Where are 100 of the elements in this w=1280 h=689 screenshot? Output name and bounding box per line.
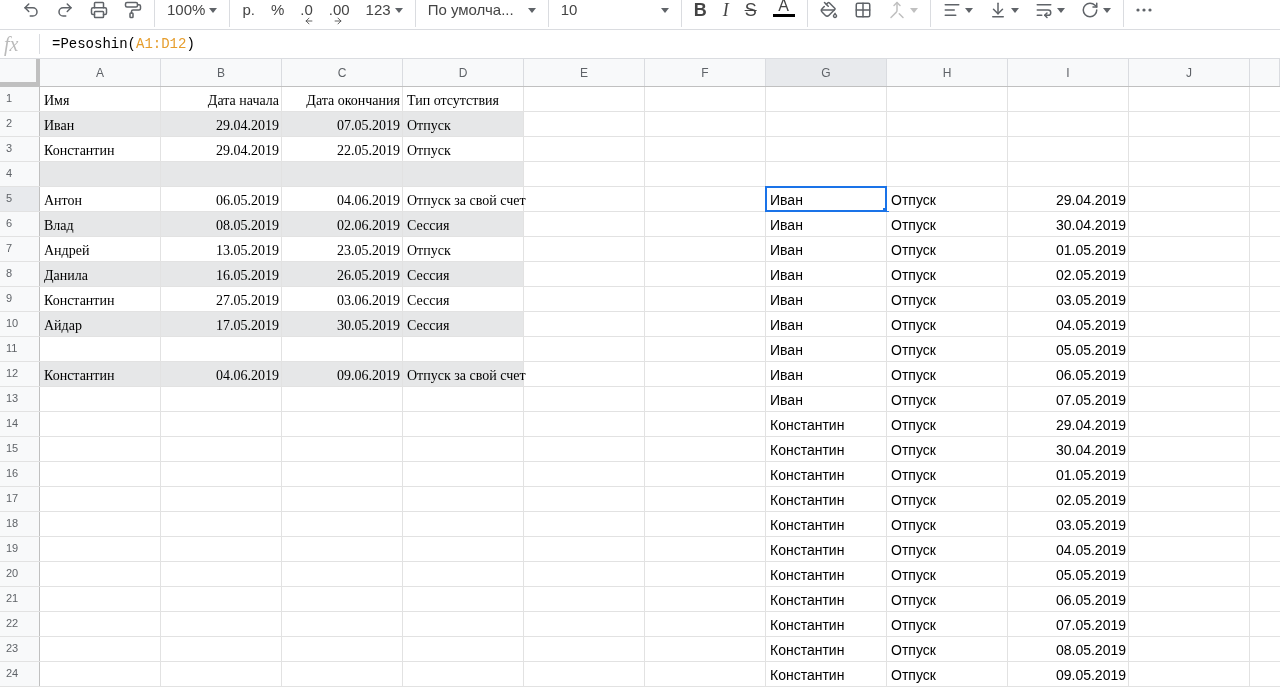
paint-bucket-icon [819,1,838,19]
table-cell-text: Сессия [406,217,450,234]
table-cell-text: Константин [769,417,845,434]
dropdown-button[interactable]: 123 [359,0,409,22]
row-header[interactable]: 5 [0,187,40,211]
row-header[interactable]: 8 [0,262,40,286]
table-cell-text: 16.05.2019 [216,267,280,284]
dropdown-button[interactable]: По умолча... [421,0,542,22]
table-cell-text: Отпуск [406,142,451,159]
table-cell-text: Иван [769,217,803,234]
table-cell-text: Отпуск [890,467,936,484]
merge-icon [887,1,906,19]
table-cell-text: 30.04.2019 [1055,217,1127,234]
row-header[interactable]: 10 [0,312,40,336]
grid-icon [853,1,872,19]
table-cell-text: 02.06.2019 [337,217,401,234]
table-cell-text: Иван [769,342,803,359]
table-cell-text: Иван [769,242,803,259]
table-cell-text: 07.05.2019 [337,117,401,134]
wrap-text-icon [1034,1,1053,19]
table-cell-text: 07.05.2019 [1055,617,1127,634]
row-header[interactable]: 12 [0,362,40,386]
table-cell-text: 09.05.2019 [1055,667,1127,684]
row-header[interactable]: 21 [0,587,40,611]
table-cell-text: Иван [769,192,803,209]
table-cell-text: Отпуск [890,392,936,409]
row-header[interactable]: 14 [0,412,40,436]
table-cell-text: Отпуск [406,117,451,134]
formula-text[interactable]: =Pesoshin(A1:D12) [40,33,195,55]
table-cell-text: Отпуск [890,317,936,334]
table-cell-text: 13.05.2019 [216,242,280,259]
row-header[interactable]: 2 [0,112,40,136]
table-cell-text: Отпуск [406,242,451,259]
row-header[interactable]: 1 [0,87,40,111]
table-cell-text: Иван [769,317,803,334]
italic-button[interactable]: I [716,0,735,22]
decimal-button[interactable]: .0 [294,0,319,22]
table-cell-text: Отпуск за свой счет [406,192,526,209]
table-cell-text: Константин [769,492,845,509]
table-cell-text: 03.06.2019 [337,292,401,309]
column-header[interactable]: G [766,59,887,86]
table-cell-text: 29.04.2019 [216,117,280,134]
redo-icon [56,1,74,19]
caret-icon [909,7,918,13]
row-header[interactable]: 19 [0,537,40,561]
table-cell-text: Константин [769,542,845,559]
corner-cell[interactable] [0,59,40,86]
table-cell-text: 04.06.2019 [216,367,280,384]
format-button[interactable]: р. [236,0,261,22]
arrow-icon [332,16,343,26]
row-header[interactable]: 15 [0,437,40,461]
row-header[interactable]: 7 [0,237,40,261]
format-button[interactable]: % [264,0,291,22]
paint-roller-icon [124,1,142,19]
row-header[interactable]: 20 [0,562,40,586]
caret-icon [660,7,669,13]
row-header[interactable]: 11 [0,337,40,361]
row-header[interactable]: 9 [0,287,40,311]
table-cell-text: Отпуск [890,567,936,584]
table-cell-text: Константин [769,642,845,659]
row-header[interactable]: 4 [0,162,40,186]
table-cell-text: 02.05.2019 [1055,492,1127,509]
table-cell-text: 06.05.2019 [1055,367,1127,384]
table-cell-text: 23.05.2019 [337,242,401,259]
table-cell-text: 29.04.2019 [1055,192,1127,209]
row-header[interactable]: 13 [0,387,40,411]
row-header[interactable]: 6 [0,212,40,236]
row-header[interactable]: 17 [0,487,40,511]
table-cell-text: 06.05.2019 [1055,592,1127,609]
caret-icon [527,7,536,13]
table-cell-text: Айдар [43,317,82,334]
strikethrough-button[interactable]: S [738,0,763,22]
dropdown-button[interactable]: 10 [554,0,675,22]
table-cell-text: Константин [769,592,845,609]
table-cell-text: Константин [43,292,115,309]
row-header[interactable]: 18 [0,512,40,536]
text-color-button[interactable]: A [766,0,801,22]
table-cell-text: Иван [769,392,803,409]
table-cell-text: Отпуск [890,242,936,259]
row-header[interactable]: 3 [0,137,40,161]
table-cell-text: Имя [43,92,70,109]
table-cell-text: 01.05.2019 [1055,242,1127,259]
table-cell-text: Отпуск [890,667,936,684]
bold-button[interactable]: B [687,0,713,22]
dropdown-button[interactable]: 100% [161,0,224,22]
table-cell-text: 04.06.2019 [337,192,401,209]
table-cell-text: Иван [769,367,803,384]
table-cell-text: Константин [43,142,115,159]
row-header[interactable]: 23 [0,637,40,661]
table-cell-text: Отпуск [890,367,936,384]
decimal-button[interactable]: .00 [322,0,356,22]
table-cell-text: Отпуск [890,217,936,234]
row-header[interactable]: 24 [0,662,40,686]
row-header[interactable]: 22 [0,612,40,636]
table-cell-text: Тип отсутствия [406,92,499,109]
caret-icon [209,7,218,13]
table-cell-text: 03.05.2019 [1055,292,1127,309]
table-cell-text: 08.05.2019 [1055,642,1127,659]
table-cell-text: Иван [43,117,75,134]
row-header[interactable]: 16 [0,462,40,486]
